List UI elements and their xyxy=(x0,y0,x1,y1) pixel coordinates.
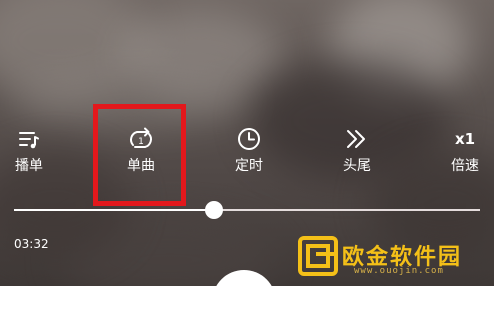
clock-icon xyxy=(216,124,282,154)
progress-fill xyxy=(14,209,215,211)
elapsed-time: 03:32 xyxy=(14,237,49,251)
playlist-label: 播单 xyxy=(15,158,43,174)
watermark-url: www.ouojin.com xyxy=(354,266,444,276)
playlist-button[interactable]: 播单 xyxy=(0,124,62,175)
timer-button[interactable]: 定时 xyxy=(216,124,282,175)
player-toolbar: 播单 1 单曲 定时 头尾 x1 倍速 xyxy=(0,112,494,192)
watermark: 欧金软件园 www.ouojin.com xyxy=(298,236,488,282)
speed-value: x1 xyxy=(454,130,476,148)
speed-label: 倍速 xyxy=(451,158,479,174)
skip-intro-outro-label: 头尾 xyxy=(343,158,371,174)
speed-icon: x1 xyxy=(432,124,494,154)
play-pause-button[interactable] xyxy=(212,270,276,334)
skip-intro-icon xyxy=(324,124,390,154)
speed-button[interactable]: x1 倍速 xyxy=(432,124,494,175)
skip-intro-outro-button[interactable]: 头尾 xyxy=(324,124,390,175)
highlight-box xyxy=(93,104,186,206)
watermark-logo-icon xyxy=(298,236,338,276)
timer-label: 定时 xyxy=(235,158,263,174)
playlist-icon xyxy=(0,124,62,154)
